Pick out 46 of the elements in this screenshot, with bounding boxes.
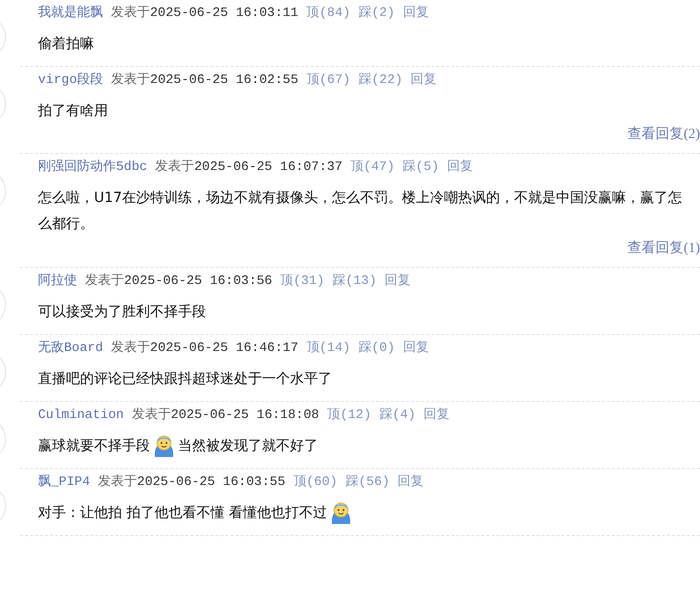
author-link[interactable]: 无敌Board xyxy=(38,336,104,359)
comment-text: 可以接受为了胜利不择手段 xyxy=(38,304,206,320)
downvote-link[interactable]: 踩(2) xyxy=(358,2,395,24)
downvote-link[interactable]: 踩(13) xyxy=(332,270,377,292)
comment-text: 直播吧的评论已经快跟抖超球迷处于一个水平了 xyxy=(38,370,332,387)
comment-text: 对手：让他拍 拍了他也看不懂 看懂他也打不过 xyxy=(38,504,327,521)
view-replies-link[interactable]: 查看回复(1) xyxy=(628,238,700,259)
author-link[interactable]: 飘_PIP4 xyxy=(38,470,90,493)
reply-link[interactable]: 回复 xyxy=(447,156,474,178)
upvote-link[interactable]: 顶(14) xyxy=(306,336,350,359)
comment-text: 当然被发现了就不好了 xyxy=(178,438,318,454)
author-link[interactable]: Culmination xyxy=(38,404,124,426)
post-time: 发表于2025-06-25 16:18:08 xyxy=(132,406,320,424)
author-link[interactable]: virgo段段 xyxy=(38,69,104,91)
view-replies-link[interactable]: 查看回复(2) xyxy=(628,125,700,146)
comment-text: 怎么啦，U17在沙特训练，场边不就有摄像头，怎么不罚。楼上冷嘲热讽的，不就是中国没赢嘛，赢了怎么都行。 xyxy=(38,190,682,233)
comment-text: 偷着拍嘛 xyxy=(38,36,94,52)
smiley-emoji-icon xyxy=(152,434,176,458)
upvote-link[interactable]: 顶(67) xyxy=(306,69,350,91)
upvote-link[interactable]: 顶(60) xyxy=(293,470,338,493)
author-link[interactable]: 我就是能飘 xyxy=(38,2,103,24)
upvote-link[interactable]: 顶(84) xyxy=(306,2,350,24)
reply-link[interactable]: 回复 xyxy=(402,336,429,359)
post-time: 发表于2025-06-25 16:02:55 xyxy=(111,71,298,89)
downvote-link[interactable]: 踩(56) xyxy=(345,470,390,493)
downvote-link[interactable]: 踩(22) xyxy=(358,69,403,91)
reply-link[interactable]: 回复 xyxy=(398,470,424,493)
reply-link[interactable]: 回复 xyxy=(424,404,450,426)
upvote-link[interactable]: 顶(31) xyxy=(280,270,324,292)
reply-link[interactable]: 回复 xyxy=(410,69,437,91)
post-time: 发表于2025-06-25 16:03:55 xyxy=(98,472,286,491)
author-link[interactable]: 阿拉使 xyxy=(38,270,77,292)
downvote-link[interactable]: 踩(0) xyxy=(358,336,395,359)
reply-link[interactable]: 回复 xyxy=(402,2,429,24)
post-time: 发表于2025-06-25 16:46:17 xyxy=(111,338,298,357)
post-time: 发表于2025-06-25 16:03:11 xyxy=(111,4,298,22)
author-link[interactable]: 刚强回防动作5dbc xyxy=(38,156,148,178)
post-time: 发表于2025-06-25 16:03:56 xyxy=(85,272,272,290)
downvote-link[interactable]: 踩(5) xyxy=(402,156,440,178)
downvote-link[interactable]: 踩(4) xyxy=(379,404,416,426)
post-time: 发表于2025-06-25 16:07:37 xyxy=(155,158,342,176)
comment-text: 赢球就要不择手段 xyxy=(38,438,150,454)
upvote-link[interactable]: 顶(47) xyxy=(350,156,395,178)
reply-link[interactable]: 回复 xyxy=(384,270,411,292)
upvote-link[interactable]: 顶(12) xyxy=(327,404,372,426)
comment-text: 拍了有啥用 xyxy=(38,103,108,120)
